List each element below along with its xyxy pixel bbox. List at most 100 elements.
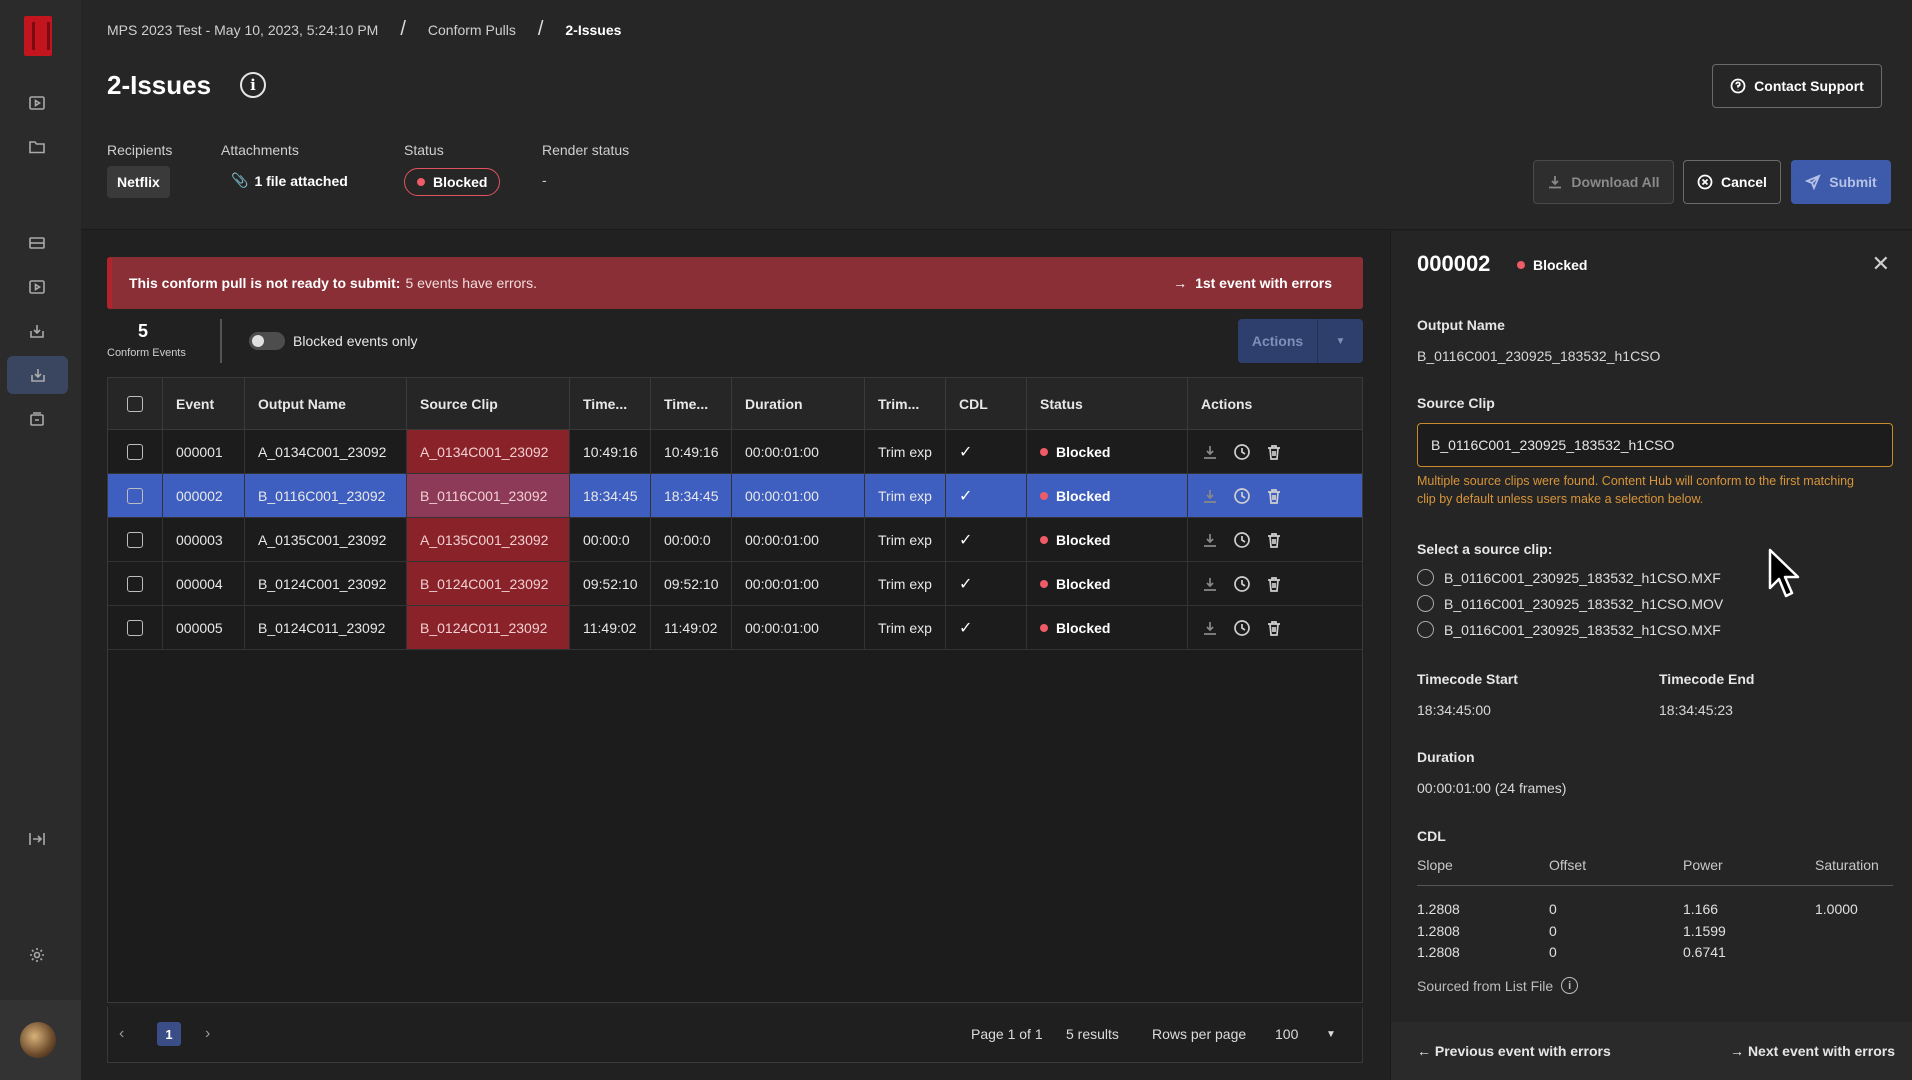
inbox-icon[interactable] <box>24 318 50 344</box>
source-option-2[interactable]: B_0116C001_230925_183532_h1CSO.MOV <box>1417 595 1723 612</box>
col-actions: Actions <box>1201 395 1253 412</box>
radio-button[interactable] <box>1417 569 1434 586</box>
row-select-cell <box>108 518 163 561</box>
table-row[interactable]: 000003 A_0135C001_23092 A_0135C001_23092 00… <box>108 518 1362 562</box>
output-name-cell: A_0135C001_23092 <box>245 518 407 561</box>
actions-label[interactable]: Actions <box>1238 319 1318 363</box>
collapse-sidebar-icon[interactable] <box>24 826 50 852</box>
table-row[interactable]: 000001 A_0134C001_23092 A_0134C001_23092 10… <box>108 430 1362 474</box>
next-error-button[interactable]: → Next event with errors <box>1730 1043 1895 1059</box>
table-row[interactable]: 000002 B_0116C001_23092 B_0116C001_23092 18… <box>108 474 1362 518</box>
history-clock-icon[interactable] <box>1233 531 1251 549</box>
close-icon[interactable]: ✕ <box>1872 251 1890 277</box>
col-duration[interactable]: Duration <box>732 378 865 429</box>
next-page-icon[interactable]: › <box>205 1025 210 1043</box>
arrow-right-icon: → <box>1173 275 1188 291</box>
history-clock-icon[interactable] <box>1233 487 1251 505</box>
row-checkbox[interactable] <box>127 619 143 636</box>
table-row[interactable]: 000004 B_0124C001_23092 B_0124C001_23092 09… <box>108 562 1362 606</box>
trash-icon[interactable] <box>1265 487 1283 505</box>
submit-label: Submit <box>1829 174 1877 190</box>
col-cdl[interactable]: CDL <box>946 378 1027 429</box>
source-option-1[interactable]: B_0116C001_230925_183532_h1CSO.MXF <box>1417 569 1721 586</box>
select-source-clip-label: Select a source clip: <box>1417 541 1553 557</box>
attachment-link[interactable]: 📎 1 file attached <box>231 172 348 189</box>
select-all-checkbox[interactable] <box>127 395 143 412</box>
source-option-3[interactable]: B_0116C001_230925_183532_h1CSO.MXF <box>1417 621 1721 638</box>
first-error-link[interactable]: → 1st event with errors <box>1173 275 1332 291</box>
history-clock-icon[interactable] <box>1233 575 1251 593</box>
col-trim[interactable]: Trim... <box>865 378 946 429</box>
col-output-name[interactable]: Output Name <box>245 378 407 429</box>
row-checkbox[interactable] <box>127 487 143 504</box>
timecode-out-cell: 09:52:10 <box>651 562 732 605</box>
download-icon[interactable] <box>1201 531 1219 549</box>
folder-icon[interactable] <box>24 134 50 160</box>
contact-support-button[interactable]: Contact Support <box>1712 64 1882 108</box>
history-clock-icon[interactable] <box>1233 443 1251 461</box>
output-name-cell: B_0116C001_23092 <box>245 474 407 517</box>
download-icon[interactable] <box>1201 619 1219 637</box>
source-clip-label: Source Clip <box>1417 395 1495 411</box>
col-event[interactable]: Event <box>163 378 245 429</box>
rows-per-page-label: Rows per page <box>1152 1026 1247 1042</box>
cdl-cell: ✓ <box>946 606 1027 649</box>
col-source-clip[interactable]: Source Clip <box>407 378 570 429</box>
attachment-text: 1 file attached <box>254 172 348 189</box>
breadcrumb-project[interactable]: MPS 2023 Test - May 10, 2023, 5:24:10 PM <box>107 22 378 38</box>
download-icon[interactable] <box>1201 443 1219 461</box>
status-dot-icon <box>1040 491 1048 500</box>
play-icon[interactable] <box>24 90 50 116</box>
trash-icon[interactable] <box>1265 619 1283 637</box>
row-actions <box>1188 606 1362 649</box>
previous-error-button[interactable]: ← Previous event with errors <box>1417 1043 1611 1059</box>
history-clock-icon[interactable] <box>1233 619 1251 637</box>
col-status[interactable]: Status <box>1027 378 1188 429</box>
radio-button[interactable] <box>1417 621 1434 638</box>
breadcrumb-conform-pulls[interactable]: Conform Pulls <box>428 22 516 38</box>
col-timecode-out[interactable]: Time... <box>651 378 732 429</box>
source-clip-field[interactable]: B_0116C001_230925_183532_h1CSO <box>1417 423 1893 467</box>
page-1-button[interactable]: 1 <box>157 1022 181 1046</box>
trim-cell: Trim exp <box>865 518 946 561</box>
cdl-divider <box>1417 885 1893 886</box>
settings-gear-icon[interactable] <box>24 942 50 968</box>
download-icon[interactable] <box>1201 575 1219 593</box>
rows-per-page-chevron-icon[interactable]: ▼ <box>1326 1029 1336 1040</box>
rows-per-page-select[interactable]: 100 <box>1275 1026 1298 1042</box>
row-checkbox[interactable] <box>127 575 143 592</box>
trash-icon[interactable] <box>1265 531 1283 549</box>
archive-icon[interactable] <box>24 406 50 432</box>
download-icon[interactable] <box>1201 487 1219 505</box>
prev-page-icon[interactable]: ‹ <box>119 1025 124 1043</box>
trash-icon[interactable] <box>1265 575 1283 593</box>
status-badge-text: Blocked <box>433 174 488 190</box>
cancel-button[interactable]: Cancel <box>1683 160 1781 204</box>
row-checkbox[interactable] <box>127 531 143 548</box>
pagination: ‹ 1 › Page 1 of 1 5 results Rows per pag… <box>107 1007 1363 1063</box>
sourced-from-note: Sourced from List File i <box>1417 977 1579 994</box>
trash-icon[interactable] <box>1265 443 1283 461</box>
status-cell: Blocked <box>1027 606 1188 649</box>
media-icon[interactable] <box>24 274 50 300</box>
cdl-power-2: 1.1599 <box>1683 923 1726 939</box>
actions-button[interactable]: Actions ▼ <box>1238 319 1363 363</box>
row-checkbox[interactable] <box>127 443 143 460</box>
conform-pulls-icon[interactable] <box>7 356 68 394</box>
blocked-only-toggle[interactable] <box>249 332 285 350</box>
chevron-down-icon[interactable]: ▼ <box>1318 319 1363 363</box>
submit-button[interactable]: Submit <box>1791 160 1891 204</box>
sidebar <box>0 0 81 1080</box>
status-dot-icon <box>1040 579 1048 588</box>
trim-cell: Trim exp <box>865 606 946 649</box>
radio-button[interactable] <box>1417 595 1434 612</box>
netflix-logo[interactable] <box>24 16 52 56</box>
table-row[interactable]: 000005 B_0124C011_23092 B_0124C011_23092 11… <box>108 606 1362 650</box>
status-text: Blocked <box>1056 619 1111 636</box>
info-icon[interactable]: i <box>240 72 266 98</box>
col-timecode-in[interactable]: Time... <box>570 378 651 429</box>
drive-icon[interactable] <box>24 230 50 256</box>
download-all-button[interactable]: Download All <box>1533 160 1674 204</box>
user-avatar[interactable] <box>20 1022 56 1058</box>
info-icon[interactable]: i <box>1561 977 1579 994</box>
